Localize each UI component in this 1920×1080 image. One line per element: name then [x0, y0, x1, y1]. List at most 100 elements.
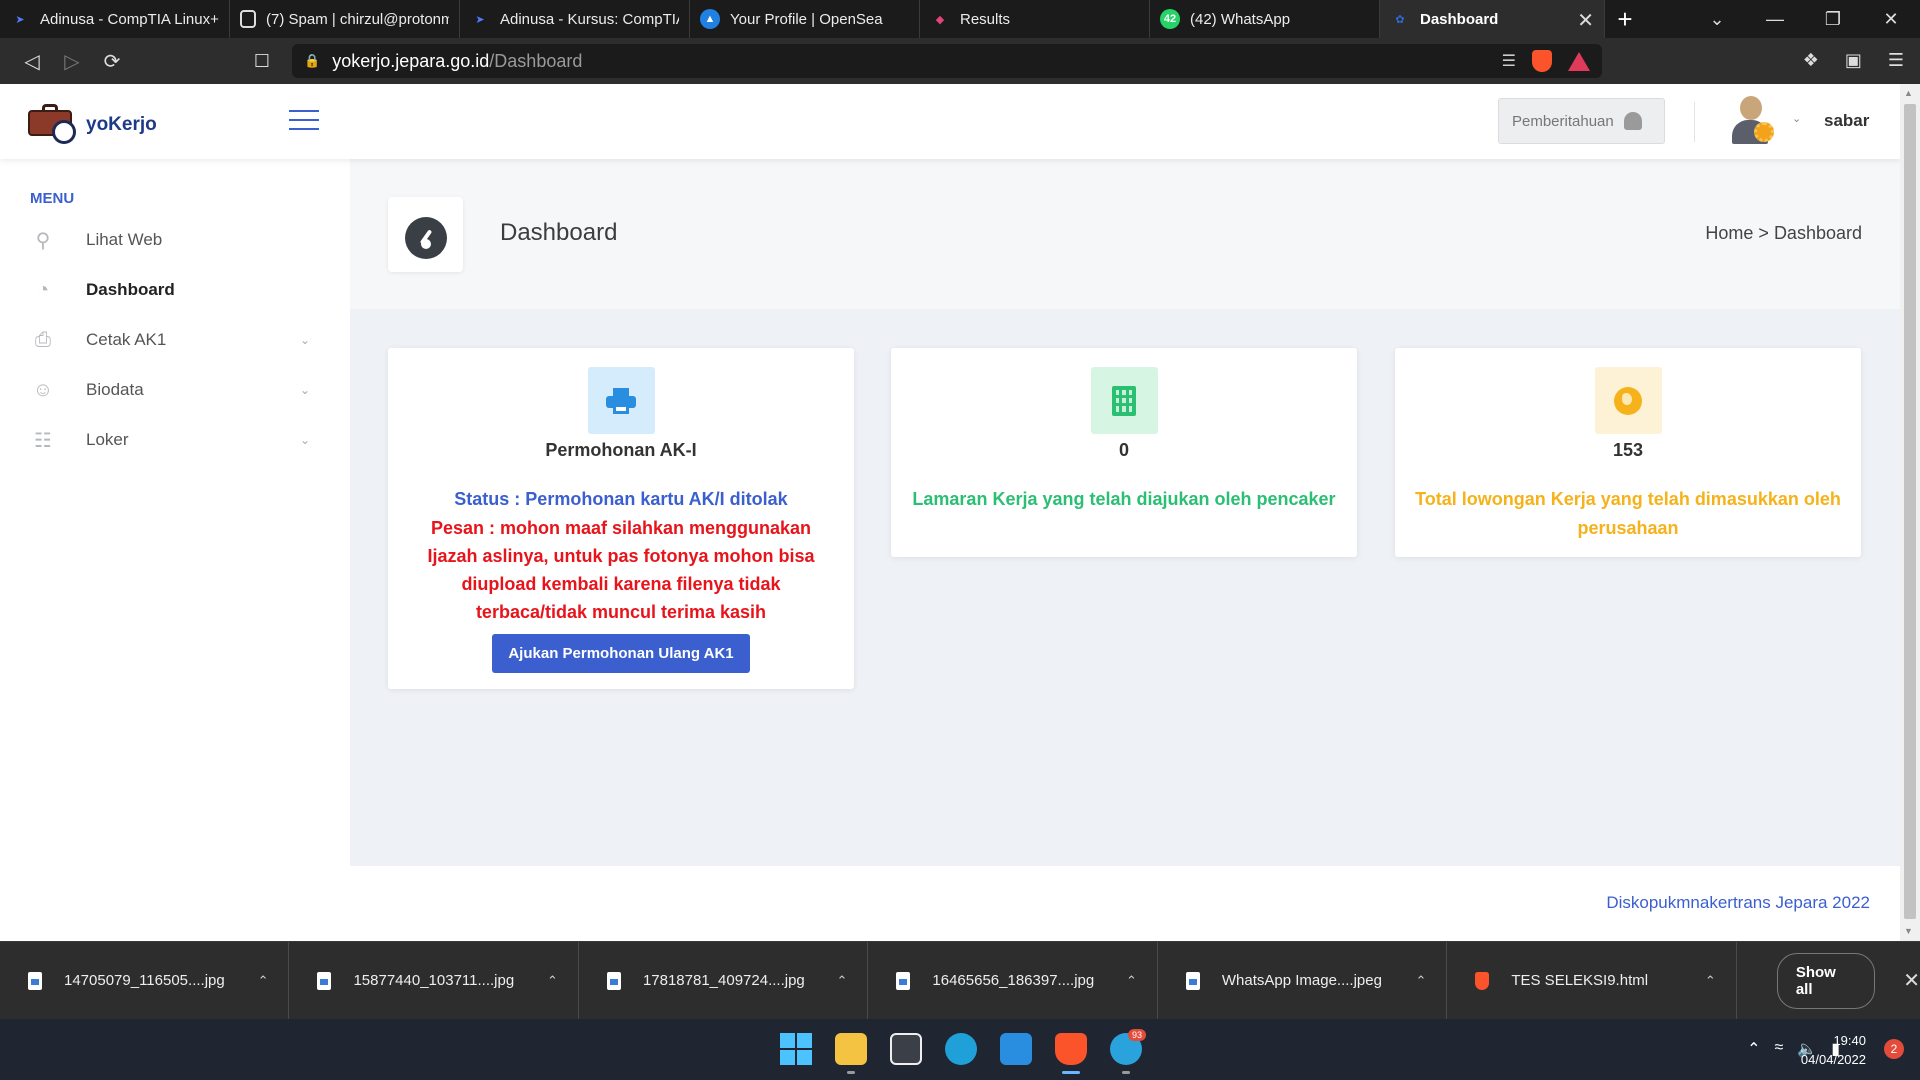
browser-tab[interactable]: ▲ Your Profile | OpenSea — [690, 0, 920, 38]
brave-shields-icon[interactable] — [1532, 50, 1552, 72]
chevron-down-icon[interactable]: ⌄ — [1688, 9, 1746, 30]
windows-taskbar: 93 ⌃ ≈ 🔈 ▮ 19:40 04/04/2022 2 — [0, 1019, 1920, 1080]
chevron-up-icon[interactable]: ⌃ — [1126, 973, 1137, 989]
divider — [1694, 102, 1695, 142]
window-controls: ⌄ — ❐ ✕ — [1688, 0, 1920, 38]
file-explorer-icon[interactable] — [835, 1033, 867, 1065]
chevron-up-icon[interactable]: ⌃ — [1705, 973, 1716, 989]
vacancies-count: 153 — [1612, 440, 1644, 460]
show-all-downloads-button[interactable]: Show all — [1776, 952, 1876, 1009]
browser-toolbar: ◁ ▷ ⟳ ☐ 🔒 yokerjo.jepara.go.id/Dashboard… — [0, 38, 1920, 84]
chevron-down-icon[interactable]: ⌄ — [1792, 112, 1801, 125]
download-filename: 16465656_186397....jpg — [932, 972, 1095, 989]
address-bar[interactable]: 🔒 yokerjo.jepara.go.id/Dashboard ☰ — [292, 44, 1602, 78]
briefcase-clock-icon — [28, 104, 76, 144]
extensions-icon[interactable]: ❖ — [1803, 50, 1819, 71]
scroll-down-icon[interactable]: ▼ — [1904, 926, 1913, 936]
chevron-up-icon[interactable]: ⌃ — [837, 973, 848, 989]
browser-tab-strip: ➤ Adinusa - CompTIA Linux+ (7) Spam | ch… — [0, 0, 1920, 38]
forward-icon[interactable]: ▷ — [52, 49, 92, 74]
url-host: yokerjo.jepara.go.id — [332, 50, 490, 71]
clipboard-icon: ☷ — [34, 429, 52, 452]
notification-button[interactable]: Pemberitahuan — [1498, 98, 1665, 144]
sidebar-item-loker[interactable]: ☷ Loker ⌄ — [30, 420, 310, 460]
applications-card: 0 Lamaran Kerja yang telah diajukan oleh… — [891, 348, 1357, 557]
yokerjo-icon: ✿ — [1395, 13, 1405, 26]
user-icon: ☺ — [32, 378, 54, 401]
download-item[interactable]: 15877440_103711....jpg ⌃ — [289, 941, 579, 1020]
reload-icon[interactable]: ⟳ — [92, 49, 132, 74]
edge-icon[interactable] — [945, 1033, 977, 1065]
browser-tab[interactable]: (7) Spam | chirzul@protonm — [230, 0, 460, 38]
taskbar-clock[interactable]: 19:40 04/04/2022 — [1801, 1031, 1866, 1069]
back-icon[interactable]: ◁ — [12, 49, 52, 74]
proton-icon — [240, 10, 256, 28]
sidebar-item-dashboard[interactable]: ◔ Dashboard — [30, 270, 310, 310]
running-indicator — [1062, 1071, 1080, 1074]
sidebar-item-label: Dashboard — [86, 280, 175, 299]
breadcrumb-home-link[interactable]: Home — [1705, 223, 1753, 243]
download-item[interactable]: 14705079_116505....jpg ⌃ — [0, 941, 290, 1020]
browser-tab[interactable]: 42 (42) WhatsApp — [1150, 0, 1380, 38]
download-item[interactable]: 17818781_409724....jpg ⌃ — [579, 941, 869, 1020]
sidebar-item-biodata[interactable]: ☺ Biodata ⌄ — [30, 370, 310, 410]
chevron-up-icon[interactable]: ⌃ — [547, 973, 558, 989]
scroll-up-icon[interactable]: ▲ — [1904, 88, 1913, 98]
close-tab-icon[interactable]: ✕ — [1577, 8, 1594, 33]
browser-tab-active[interactable]: ✿ Dashboard ✕ — [1380, 0, 1605, 38]
chevron-down-icon: ⌄ — [299, 383, 310, 397]
sidebar-item-lihat-web[interactable]: ⚲ Lihat Web — [30, 220, 310, 260]
close-window-icon[interactable]: ✕ — [1862, 9, 1920, 30]
download-item[interactable]: 16465656_186397....jpg ⌃ — [868, 941, 1158, 1020]
chevron-up-icon[interactable]: ⌃ — [258, 973, 269, 989]
username[interactable]: sabar — [1824, 111, 1869, 131]
download-filename: 17818781_409724....jpg — [642, 972, 805, 989]
translate-icon[interactable]: ☰ — [1502, 51, 1516, 71]
printer-icon — [587, 367, 655, 434]
browser-tab[interactable]: ➤ Adinusa - CompTIA Linux+ — [0, 0, 230, 38]
page-footer: Diskopukmnakertrans Jepara 2022 — [350, 866, 1900, 941]
adinusa-icon: ➤ — [475, 13, 485, 26]
bookmark-icon[interactable]: ☐ — [242, 51, 282, 72]
minimize-icon[interactable]: — — [1746, 9, 1804, 30]
store-icon[interactable] — [890, 1033, 922, 1065]
browser-tab[interactable]: ➤ Adinusa - Kursus: CompTIA — [460, 0, 690, 38]
pie-chart-icon: ◔ — [36, 278, 50, 301]
menu-icon[interactable]: ☰ — [1888, 50, 1904, 71]
printer-icon: ⎙ — [35, 328, 51, 351]
download-item[interactable]: TES SELEKSI9.html ⌃ — [1447, 941, 1737, 1020]
opensea-icon: ▲ — [700, 9, 720, 29]
image-file-icon — [28, 971, 42, 990]
mail-icon[interactable] — [1000, 1033, 1032, 1065]
brave-rewards-icon[interactable] — [1568, 51, 1590, 71]
chevron-down-icon: ⌄ — [299, 333, 310, 347]
wifi-icon[interactable]: ≈ — [1774, 1039, 1783, 1059]
page-title: Dashboard — [500, 219, 618, 246]
sidebar-item-cetak-ak1[interactable]: ⎙ Cetak AK1 ⌄ — [30, 320, 310, 360]
clock-time: 19:40 — [1833, 1033, 1866, 1048]
app-topbar: yoKerjo Pemberitahuan ⌄ sabar — [0, 84, 1900, 159]
scrollbar-thumb[interactable] — [1904, 104, 1916, 919]
notification-count-badge[interactable]: 2 — [1884, 1039, 1904, 1059]
maximize-icon[interactable]: ❐ — [1804, 9, 1862, 30]
download-item[interactable]: WhatsApp Image....jpeg ⌃ — [1158, 941, 1448, 1020]
globe-icon — [1594, 367, 1662, 434]
chevron-up-icon[interactable]: ⌃ — [1747, 1039, 1760, 1059]
vertical-scrollbar[interactable]: ▲ ▼ — [1900, 84, 1920, 941]
browser-tab[interactable]: ◆ Results — [920, 0, 1150, 38]
running-indicator — [847, 1071, 855, 1074]
new-tab-button[interactable]: + — [1605, 0, 1645, 38]
avatar[interactable] — [1730, 96, 1774, 146]
app-logo[interactable]: yoKerjo — [28, 104, 157, 144]
brave-icon[interactable] — [1055, 1033, 1087, 1065]
close-download-bar-icon[interactable]: ✕ — [1903, 968, 1920, 993]
chevron-up-icon[interactable]: ⌃ — [1415, 973, 1426, 989]
resubmit-ak1-button[interactable]: Ajukan Permohonan Ulang AK1 — [492, 634, 750, 673]
ak1-message: Pesan : mohon maaf silahkan menggunakan … — [427, 518, 815, 622]
windows-start-icon[interactable] — [780, 1033, 812, 1065]
download-filename: 14705079_116505....jpg — [64, 972, 225, 989]
hamburger-menu-icon[interactable] — [289, 110, 319, 137]
bell-icon — [1623, 112, 1642, 130]
wallet-icon[interactable]: ▣ — [1845, 50, 1862, 71]
footer-text[interactable]: Diskopukmnakertrans Jepara 2022 — [1606, 893, 1870, 913]
